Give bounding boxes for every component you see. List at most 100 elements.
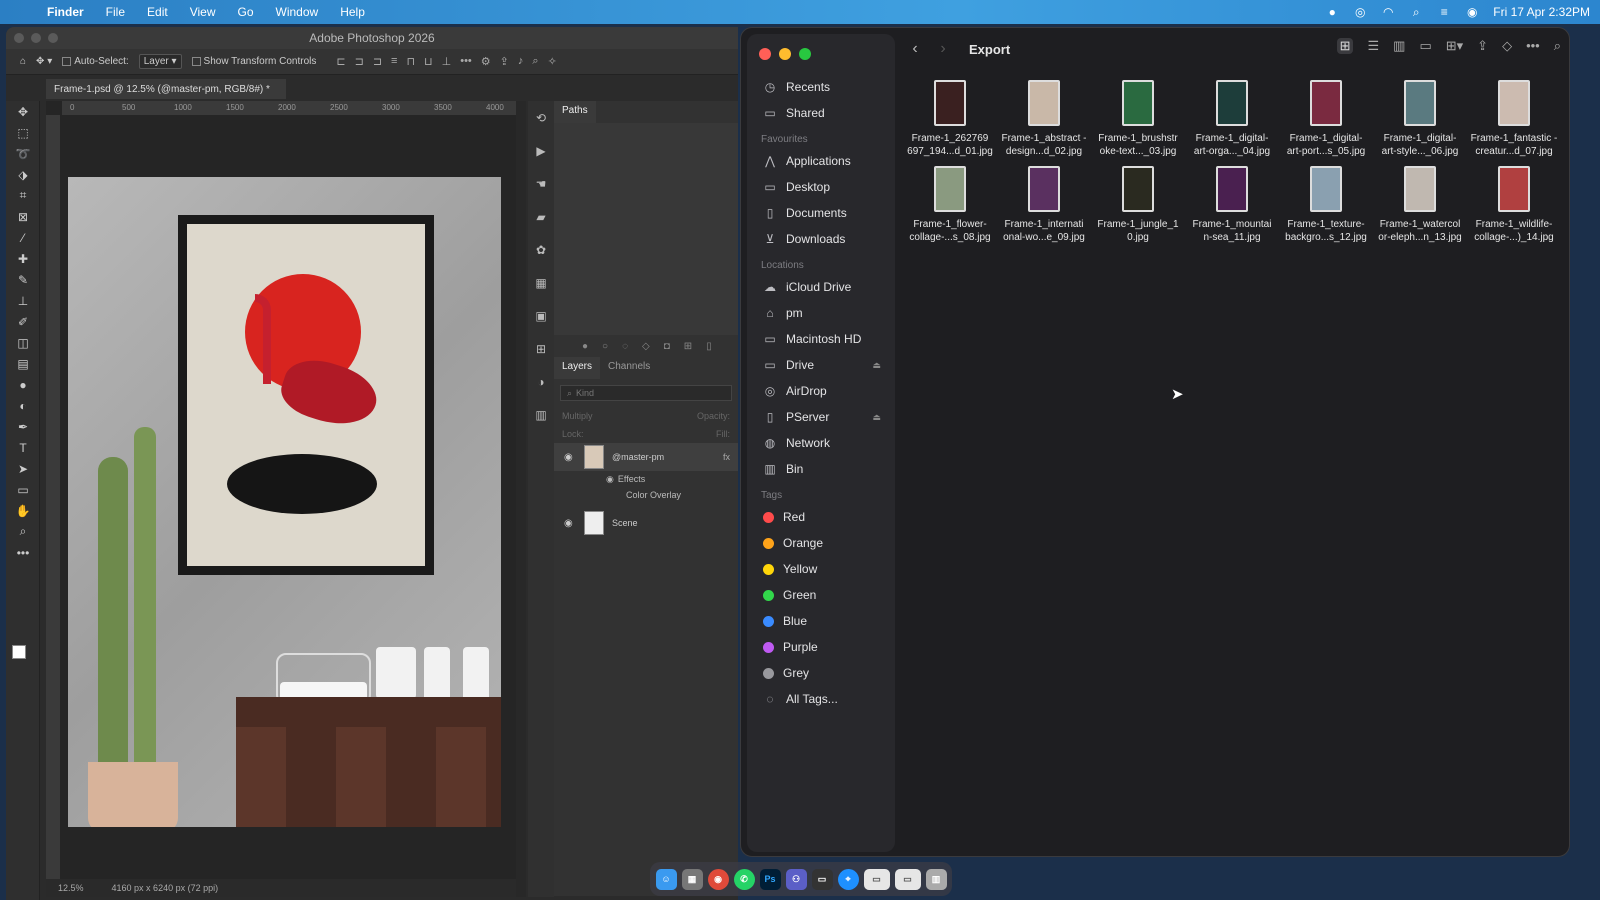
search-icon[interactable]: ⌕ bbox=[532, 55, 538, 68]
search-icon[interactable]: ⌕ bbox=[1554, 38, 1561, 54]
file-item[interactable]: Frame-1_texture- backgro...s_12.jpg bbox=[1279, 166, 1373, 244]
minimize-button[interactable] bbox=[779, 48, 791, 60]
fill-path-icon[interactable]: ● bbox=[582, 341, 588, 352]
menu-app-name[interactable]: Finder bbox=[36, 5, 95, 19]
record-icon[interactable]: ● bbox=[1325, 5, 1339, 19]
zoom-button[interactable] bbox=[48, 33, 58, 43]
sidebar-item-documents[interactable]: ▯ Documents bbox=[747, 200, 895, 226]
sidebar-tag-grey[interactable]: Grey bbox=[747, 660, 895, 686]
object-select-tool-icon[interactable]: ⬗ bbox=[6, 164, 40, 185]
file-item[interactable]: Frame-1_mountai n-sea_11.jpg bbox=[1185, 166, 1279, 244]
document-tab[interactable]: Frame-1.psd @ 12.5% (@master-pm, RGB/8#)… bbox=[46, 79, 286, 99]
stamp-tool-icon[interactable]: ⊥ bbox=[6, 290, 40, 311]
sidebar-item-recents[interactable]: ◷ Recents bbox=[747, 74, 895, 100]
lasso-tool-icon[interactable]: ➰ bbox=[6, 143, 40, 164]
file-item[interactable]: Frame-1_abstract -design...d_02.jpg bbox=[997, 80, 1091, 158]
menu-edit[interactable]: Edit bbox=[136, 5, 179, 19]
file-item[interactable]: Frame-1_digital- art-style..._06.jpg bbox=[1373, 80, 1467, 158]
sidebar-item-macintosh-hd[interactable]: ▭ Macintosh HD bbox=[747, 326, 895, 352]
swatches-icon[interactable]: ▦ bbox=[528, 266, 554, 299]
sidebar-tag-yellow[interactable]: Yellow bbox=[747, 556, 895, 582]
eyedropper-tool-icon[interactable]: ⁄ bbox=[6, 227, 40, 248]
eject-icon[interactable]: ⏏ bbox=[872, 412, 881, 423]
comment-icon[interactable]: ▰ bbox=[528, 200, 554, 233]
align-bottom-icon[interactable]: ⊥ bbox=[442, 55, 452, 68]
close-button[interactable] bbox=[14, 33, 24, 43]
libraries-icon[interactable]: ▥ bbox=[528, 398, 554, 431]
tab-paths[interactable]: Paths bbox=[554, 101, 596, 123]
spotlight-search-icon[interactable]: ⌕ bbox=[1409, 5, 1423, 19]
new-path-icon[interactable]: ⊞ bbox=[684, 341, 692, 352]
layer-select-dropdown[interactable]: Layer ▾ bbox=[138, 54, 182, 69]
layer-row[interactable]: ◉ Scene bbox=[554, 509, 738, 537]
file-item[interactable]: Frame-1_flower- collage-...s_08.jpg bbox=[903, 166, 997, 244]
align-right-icon[interactable]: ⊐ bbox=[373, 55, 382, 68]
layer-row[interactable]: ◉ @master-pm fx bbox=[554, 443, 738, 471]
file-item[interactable]: Frame-1_brushstr oke-text..._03.jpg bbox=[1091, 80, 1185, 158]
mask-icon[interactable]: ◘ bbox=[664, 341, 670, 352]
file-item[interactable]: Frame-1_262769 697_194...d_01.jpg bbox=[903, 80, 997, 158]
align-center-icon[interactable]: ⊐ bbox=[355, 55, 364, 68]
screen-share-icon[interactable]: ◎ bbox=[1353, 5, 1367, 19]
document-dimensions[interactable]: 4160 px x 6240 px (72 ppi) bbox=[112, 883, 219, 893]
document-canvas[interactable] bbox=[68, 177, 501, 827]
frame-tool-icon[interactable]: ⊠ bbox=[6, 206, 40, 227]
sidebar-item-icloud-drive[interactable]: ☁ iCloud Drive bbox=[747, 274, 895, 300]
tab-channels[interactable]: Channels bbox=[600, 357, 658, 379]
home-icon[interactable]: ⌂ bbox=[20, 56, 26, 67]
menu-go[interactable]: Go bbox=[227, 5, 265, 19]
folder-icon[interactable]: ▭ bbox=[894, 868, 921, 890]
share-icon[interactable]: ⇪ bbox=[500, 55, 509, 68]
folder-icon[interactable]: ▭ bbox=[863, 868, 890, 890]
file-item[interactable]: Frame-1_jungle_1 0.jpg bbox=[1091, 166, 1185, 244]
tag-icon[interactable]: ◇ bbox=[1502, 38, 1512, 54]
sidebar-item-applications[interactable]: ⋀ Applications bbox=[747, 148, 895, 174]
finder-app-icon[interactable]: ☺ bbox=[655, 868, 677, 890]
list-view-button[interactable]: ☰ bbox=[1367, 38, 1379, 54]
forward-button[interactable]: › bbox=[929, 40, 957, 58]
shape-tool-icon[interactable]: ▭ bbox=[6, 479, 40, 500]
sparkle-icon[interactable]: ✧ bbox=[548, 55, 557, 68]
safari-app-icon[interactable]: ⌖ bbox=[837, 868, 859, 890]
tab-layers[interactable]: Layers bbox=[554, 357, 601, 379]
distribute-icon[interactable]: ≡ bbox=[391, 55, 397, 68]
brush-settings-icon[interactable]: ✿ bbox=[528, 233, 554, 266]
dodge-tool-icon[interactable]: ◐ bbox=[6, 395, 40, 416]
move-tool-icon[interactable]: ✥ ▾ bbox=[36, 56, 52, 67]
show-transform-checkbox[interactable]: Show Transform Controls bbox=[191, 56, 316, 67]
more-icon[interactable]: ••• bbox=[460, 55, 472, 68]
icon-view-button[interactable]: ⊞ bbox=[1336, 38, 1354, 54]
stroke-path-icon[interactable]: ○ bbox=[602, 341, 608, 352]
marquee-tool-icon[interactable]: ⬚ bbox=[6, 122, 40, 143]
layer-filter-input[interactable]: ⌕ Kind bbox=[560, 385, 732, 401]
blend-mode-dropdown[interactable]: Multiply bbox=[562, 411, 593, 421]
sidebar-tag-green[interactable]: Green bbox=[747, 582, 895, 608]
group-by-button[interactable]: ⊞▾ bbox=[1446, 38, 1463, 54]
history-icon[interactable]: ⟲ bbox=[528, 101, 554, 134]
path-select-tool-icon[interactable]: ➤ bbox=[6, 458, 40, 479]
wifi-icon[interactable]: ◠ bbox=[1381, 5, 1395, 19]
back-button[interactable]: ‹ bbox=[901, 40, 929, 58]
sidebar-item-shared[interactable]: ▭ Shared bbox=[747, 100, 895, 126]
move-tool-icon[interactable]: ✥ bbox=[6, 101, 40, 122]
auto-select-checkbox[interactable]: Auto-Select: bbox=[62, 56, 129, 67]
sidebar-tag-purple[interactable]: Purple bbox=[747, 634, 895, 660]
sidebar-all-tags[interactable]: ◌ All Tags... bbox=[747, 686, 895, 712]
sidebar-item-airdrop[interactable]: ◎ AirDrop bbox=[747, 378, 895, 404]
sidebar-tag-orange[interactable]: Orange bbox=[747, 530, 895, 556]
effects-row[interactable]: ◉ Effects bbox=[554, 471, 738, 487]
eject-icon[interactable]: ⏏ bbox=[872, 360, 881, 371]
work-path-icon[interactable]: ◇ bbox=[642, 341, 650, 352]
eye-icon[interactable]: ◉ bbox=[564, 452, 576, 463]
type-tool-icon[interactable]: T bbox=[6, 437, 40, 458]
fx-icon[interactable]: fx bbox=[723, 452, 738, 462]
column-view-button[interactable]: ▥ bbox=[1393, 38, 1405, 54]
pen-tool-icon[interactable]: ✒ bbox=[6, 416, 40, 437]
sidebar-item-drive[interactable]: ▭ Drive ⏏ bbox=[747, 352, 895, 378]
trash-icon[interactable]: ▯ bbox=[706, 341, 712, 352]
sidebar-item-network[interactable]: ◍ Network bbox=[747, 430, 895, 456]
photoshop-app-icon[interactable]: Ps bbox=[759, 868, 781, 890]
more-icon[interactable]: ••• bbox=[1526, 38, 1540, 54]
more-tools-icon[interactable]: ••• bbox=[6, 542, 40, 563]
eraser-tool-icon[interactable]: ◫ bbox=[6, 332, 40, 353]
